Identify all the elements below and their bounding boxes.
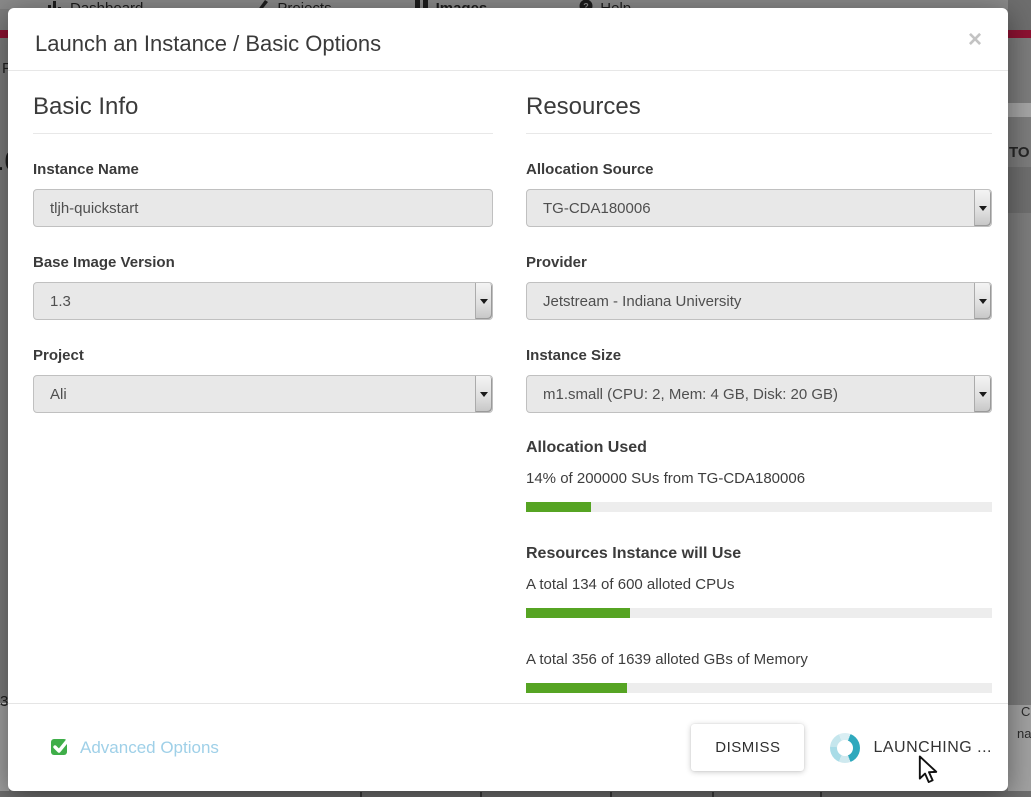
allocation-used-heading: Allocation Used — [526, 439, 992, 457]
project-value: Ali — [50, 386, 67, 403]
basic-info-column: Basic Info Instance Name tljh-quickstart… — [33, 71, 493, 693]
loading-spinner-icon — [830, 733, 860, 763]
backdrop-crimson-bar-right — [1008, 30, 1031, 38]
cpu-progress-bar — [526, 608, 992, 618]
allocation-source-label: Allocation Source — [526, 161, 992, 178]
base-image-version-select[interactable]: 1.3 — [33, 282, 493, 320]
advanced-options-label: Advanced Options — [80, 738, 219, 758]
check-square-icon — [50, 735, 71, 761]
cpu-usage-text: A total 134 of 600 alloted CPUs — [526, 576, 992, 593]
backdrop-text-fragment: TO — [1009, 144, 1030, 161]
dropdown-caret-icon — [974, 283, 991, 319]
resources-will-use-heading: Resources Instance will Use — [526, 545, 992, 563]
resources-heading: Resources — [526, 93, 992, 134]
instance-size-select[interactable]: m1.small (CPU: 2, Mem: 4 GB, Disk: 20 GB… — [526, 375, 992, 413]
allocation-source-value: TG-CDA180006 — [543, 200, 651, 217]
allocation-progress-bar — [526, 502, 992, 512]
modal-title: Launch an Instance / Basic Options — [35, 30, 992, 58]
base-image-version-value: 1.3 — [50, 293, 71, 310]
backdrop-text-fragment: na — [1017, 726, 1031, 741]
cpu-progress-fill — [526, 608, 630, 618]
launching-button[interactable]: LAUNCHING ... — [830, 733, 992, 763]
provider-label: Provider — [526, 254, 992, 271]
project-label: Project — [33, 347, 493, 364]
instance-size-label: Instance Size — [526, 347, 992, 364]
dropdown-caret-icon — [475, 376, 492, 412]
launching-label: LAUNCHING ... — [873, 739, 992, 757]
allocation-progress-fill — [526, 502, 591, 512]
backdrop-band — [1008, 103, 1031, 117]
modal-footer: Advanced Options DISMISS LAUNCHING ... — [8, 703, 1008, 791]
dismiss-button[interactable]: DISMISS — [691, 724, 804, 771]
backdrop-tick — [820, 792, 822, 797]
backdrop-tick — [712, 792, 714, 797]
instance-name-value: tljh-quickstart — [50, 200, 138, 217]
dropdown-caret-icon — [475, 283, 492, 319]
backdrop-band — [1008, 167, 1031, 213]
backdrop-tick — [360, 792, 362, 797]
provider-value: Jetstream - Indiana University — [543, 293, 741, 310]
base-image-version-label: Base Image Version — [33, 254, 493, 271]
dropdown-caret-icon — [974, 190, 991, 226]
backdrop-tick — [480, 792, 482, 797]
instance-name-input[interactable]: tljh-quickstart — [33, 189, 493, 227]
backdrop-bottom-strip — [0, 791, 1031, 797]
project-select[interactable]: Ali — [33, 375, 493, 413]
backdrop-tick — [610, 792, 612, 797]
mouse-cursor-icon — [918, 755, 942, 792]
backdrop-text-fragment: C — [1021, 704, 1030, 719]
instance-name-label: Instance Name — [33, 161, 493, 178]
resources-column: Resources Allocation Source TG-CDA180006… — [526, 71, 992, 693]
backdrop-band — [1008, 0, 1031, 30]
instance-size-value: m1.small (CPU: 2, Mem: 4 GB, Disk: 20 GB… — [543, 386, 838, 403]
launch-instance-modal: Launch an Instance / Basic Options × Bas… — [8, 8, 1008, 791]
memory-progress-bar — [526, 683, 992, 693]
memory-usage-text: A total 356 of 1639 alloted GBs of Memor… — [526, 651, 992, 668]
basic-info-heading: Basic Info — [33, 93, 493, 134]
allocation-source-select[interactable]: TG-CDA180006 — [526, 189, 992, 227]
advanced-options-link[interactable]: Advanced Options — [50, 735, 219, 761]
modal-body: Basic Info Instance Name tljh-quickstart… — [8, 71, 1008, 693]
allocation-used-text: 14% of 200000 SUs from TG-CDA180006 — [526, 470, 992, 487]
modal-header: Launch an Instance / Basic Options × — [8, 8, 1008, 71]
close-icon[interactable]: × — [968, 28, 982, 52]
dropdown-caret-icon — [974, 376, 991, 412]
provider-select[interactable]: Jetstream - Indiana University — [526, 282, 992, 320]
memory-progress-fill — [526, 683, 627, 693]
